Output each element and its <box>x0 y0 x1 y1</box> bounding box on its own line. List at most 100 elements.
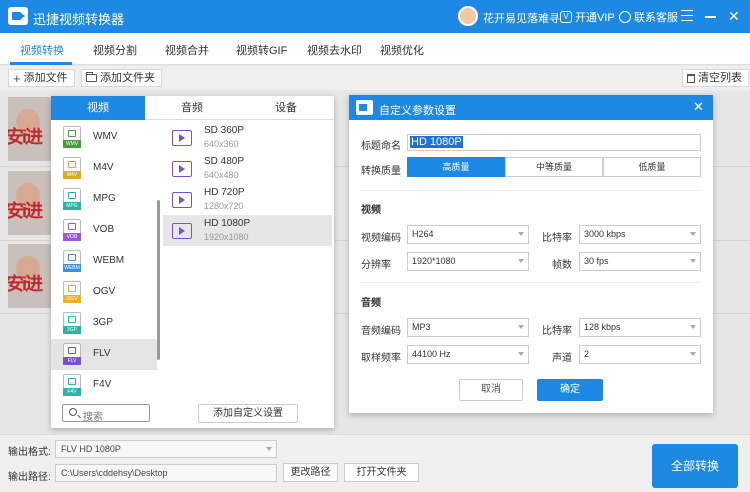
tab-video-split[interactable]: 视频分割 <box>93 42 137 58</box>
video-file-icon <box>172 161 192 177</box>
convert-all-button[interactable]: 全部转换 <box>652 444 738 488</box>
preset-resolution: 640x360 <box>204 139 239 149</box>
tab-video-merge[interactable]: 视频合并 <box>165 42 209 58</box>
minimize-icon[interactable] <box>705 16 716 18</box>
preset-name: HD 1080P <box>204 218 251 229</box>
format-item-vob[interactable]: VOB VOB <box>51 215 157 246</box>
dialog-close-icon[interactable]: ✕ <box>693 100 704 113</box>
thumbnail-watermark-text: 安i进 <box>8 201 43 221</box>
user-avatar[interactable] <box>458 6 478 26</box>
format-label: WMV <box>93 131 118 142</box>
chevron-down-icon <box>690 259 696 263</box>
add-file-label: 添加文件 <box>23 72 68 84</box>
format-category-tabs: 视频 音频 设备 <box>51 96 334 120</box>
quality-medium-button[interactable]: 中等质量 <box>505 157 603 177</box>
preset-item[interactable]: SD 360P 640x360 <box>163 122 332 153</box>
video-thumbnail[interactable]: 安i进 <box>8 97 52 161</box>
user-name[interactable]: 花开易见落难寻 <box>483 10 560 26</box>
preset-resolution: 1280x720 <box>204 201 244 211</box>
video-bitrate-label: 比特率 <box>542 233 572 244</box>
format-label: FLV <box>93 348 111 359</box>
preset-name: SD 360P <box>204 125 245 136</box>
tab-video-to-gif[interactable]: 视频转GIF <box>236 42 287 58</box>
output-path-field[interactable]: C:\Users\cddehsy\Desktop <box>55 464 277 482</box>
format-file-icon: VOB <box>63 219 81 241</box>
title-bar: 迅捷视频转换器 花开易见落难寻 V 开通VIP 联系客服 ✕ <box>0 0 750 33</box>
format-file-icon: WEBM <box>63 250 81 272</box>
support-button[interactable]: 联系客服 <box>619 9 678 25</box>
format-label: VOB <box>93 224 115 235</box>
audio-codec-select[interactable]: MP3 <box>407 318 529 337</box>
format-search-input[interactable]: 搜索 <box>62 404 150 423</box>
quality-high-button[interactable]: 高质量 <box>407 157 505 177</box>
vip-button[interactable]: V 开通VIP <box>560 9 615 25</box>
vip-label: 开通VIP <box>575 12 615 24</box>
open-folder-button[interactable]: 打开文件夹 <box>344 463 419 482</box>
output-path-label: 输出路径: <box>8 472 51 483</box>
title-name-input[interactable]: HD 1080P <box>407 134 701 151</box>
menu-icon[interactable] <box>681 10 693 21</box>
fps-select[interactable]: 30 fps <box>579 252 701 271</box>
format-item-flv[interactable]: FLV FLV <box>51 339 157 370</box>
change-path-button[interactable]: 更改路径 <box>283 463 338 482</box>
custom-params-dialog: 自定义参数设置 ✕ 标题命名 HD 1080P 转换质量 高质量 中等质量 低质… <box>349 95 713 413</box>
format-item-wmv[interactable]: WMV WMV <box>51 122 157 153</box>
add-file-button[interactable]: + 添加文件 <box>8 69 75 87</box>
format-item-webm[interactable]: WEBM WEBM <box>51 246 157 277</box>
format-list-scrollbar[interactable] <box>157 200 160 360</box>
trash-icon <box>687 73 695 83</box>
resolution-label: 分辨率 <box>361 260 391 271</box>
audio-section-title: 音频 <box>361 298 381 309</box>
clear-list-label: 清空列表 <box>698 72 742 84</box>
plus-icon: + <box>13 70 21 86</box>
resolution-select[interactable]: 1920*1080 <box>407 252 529 271</box>
format-item-mpg[interactable]: MPG MPG <box>51 184 157 215</box>
audio-bitrate-select[interactable]: 128 kbps <box>579 318 701 337</box>
audio-codec-label: 音频编码 <box>361 326 401 337</box>
format-popup: 视频 音频 设备 WMV WMV M4V M4V MPG MPG VOB VOB WEBM WEB… <box>51 96 334 428</box>
preset-item[interactable]: SD 480P 640x480 <box>163 153 332 184</box>
preset-item[interactable]: HD 720P 1280x720 <box>163 184 332 215</box>
add-custom-setting-button[interactable]: 添加自定义设置 <box>198 404 298 423</box>
tab-video-optimize[interactable]: 视频优化 <box>380 42 424 58</box>
close-icon[interactable]: ✕ <box>728 9 740 23</box>
quality-low-button[interactable]: 低质量 <box>603 157 701 177</box>
video-thumbnail[interactable]: 安i进 <box>8 171 52 235</box>
chevron-down-icon <box>518 352 524 356</box>
chevron-down-icon <box>690 325 696 329</box>
format-item-f4v[interactable]: F4V F4V <box>51 370 157 401</box>
clear-list-button[interactable]: 清空列表 <box>682 69 749 87</box>
format-item-ogv[interactable]: OGV OGV <box>51 277 157 308</box>
tab-remove-watermark[interactable]: 视频去水印 <box>307 42 362 58</box>
sample-rate-select[interactable]: 44100 Hz <box>407 345 529 364</box>
tab-video-formats[interactable]: 视频 <box>51 96 145 120</box>
format-item-m4v[interactable]: M4V M4V <box>51 153 157 184</box>
video-file-icon <box>172 130 192 146</box>
format-file-icon: F4V <box>63 374 81 396</box>
add-folder-button[interactable]: 添加文件夹 <box>81 69 162 87</box>
tab-video-convert[interactable]: 视频转换 <box>20 42 64 58</box>
chevron-down-icon <box>518 325 524 329</box>
output-format-select[interactable]: FLV HD 1080P <box>55 440 277 458</box>
format-label: M4V <box>93 162 114 173</box>
tab-device-formats[interactable]: 设备 <box>239 96 333 120</box>
format-item-3gp[interactable]: 3GP 3GP <box>51 308 157 339</box>
video-codec-label: 视频编码 <box>361 233 401 244</box>
channels-select[interactable]: 2 <box>579 345 701 364</box>
video-thumbnail[interactable]: 安i进 <box>8 244 52 308</box>
quality-label: 转换质量 <box>361 166 401 177</box>
video-bitrate-select[interactable]: 3000 kbps <box>579 225 701 244</box>
chevron-down-icon <box>266 447 272 451</box>
preset-item[interactable]: HD 1080P 1920x1080 <box>163 215 332 246</box>
dialog-title: 自定义参数设置 <box>379 105 456 117</box>
format-file-icon: FLV <box>63 343 81 365</box>
tab-audio-formats[interactable]: 音频 <box>145 96 239 120</box>
active-tab-indicator <box>10 62 72 65</box>
cancel-button[interactable]: 取消 <box>459 379 523 401</box>
confirm-button[interactable]: 确定 <box>537 379 603 401</box>
function-tabs: 视频转换 视频分割 视频合并 视频转GIF 视频去水印 视频优化 <box>0 33 750 65</box>
app-logo-icon <box>8 7 28 25</box>
format-file-icon: MPG <box>63 188 81 210</box>
video-codec-select[interactable]: H264 <box>407 225 529 244</box>
output-format-label: 输出格式: <box>8 447 51 458</box>
